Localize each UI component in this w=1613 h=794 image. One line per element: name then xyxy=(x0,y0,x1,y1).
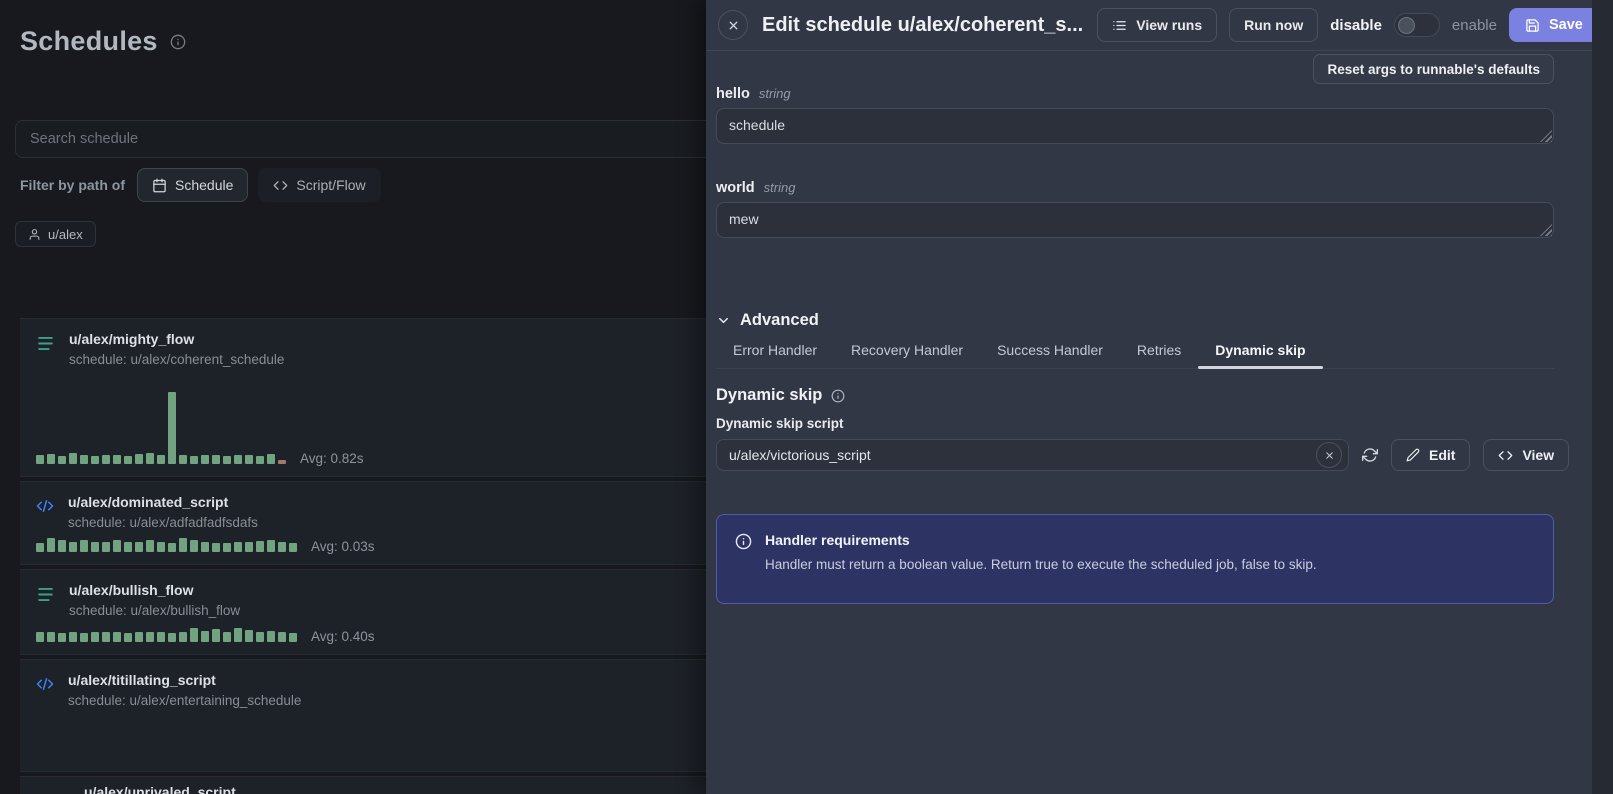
advanced-label: Advanced xyxy=(740,311,819,330)
calendar-icon xyxy=(152,178,167,193)
hello-field[interactable]: schedule xyxy=(716,108,1554,144)
callout-title: Handler requirements xyxy=(765,532,1317,548)
flow-icon xyxy=(36,585,55,618)
world-field[interactable]: mew xyxy=(716,202,1554,238)
tab-retries[interactable]: Retries xyxy=(1120,342,1198,368)
close-icon xyxy=(1324,450,1335,461)
close-icon xyxy=(727,19,740,32)
dynamic-skip-script-label: Dynamic skip script xyxy=(716,416,1554,431)
pencil-icon xyxy=(1406,448,1420,462)
view-runs-button[interactable]: View runs xyxy=(1097,8,1217,42)
field-name-world: world xyxy=(716,180,755,196)
edit-button-label: Edit xyxy=(1429,447,1455,463)
disable-label: disable xyxy=(1330,17,1382,34)
run-now-label: Run now xyxy=(1244,17,1303,33)
schedule-subtitle: schedule: u/alex/entertaining_schedule xyxy=(68,693,301,708)
callout-body: Handler must return a boolean value. Ret… xyxy=(765,557,1317,572)
filter-script-flow-label: Script/Flow xyxy=(296,177,365,193)
code-icon xyxy=(273,178,288,193)
field-name-hello: hello xyxy=(716,86,750,102)
advanced-section-toggle[interactable]: Advanced xyxy=(716,311,1554,330)
avg-duration-label: Avg: 0.40s xyxy=(311,629,375,644)
code-icon xyxy=(1498,448,1513,463)
schedule-card[interactable]: u/alex/unrivaled_script xyxy=(20,776,706,794)
tab-recovery-handler[interactable]: Recovery Handler xyxy=(834,342,980,368)
dynamic-skip-script-input[interactable]: u/alex/victorious_script xyxy=(716,439,1349,471)
save-button-label: Save xyxy=(1549,17,1583,33)
info-icon[interactable] xyxy=(170,34,186,50)
schedule-path: u/alex/mighty_flow xyxy=(69,331,284,347)
view-button-label: View xyxy=(1522,447,1554,463)
script-path-value: u/alex/victorious_script xyxy=(729,447,1316,463)
refresh-button[interactable] xyxy=(1362,447,1378,463)
dynamic-skip-heading: Dynamic skip xyxy=(716,386,822,405)
schedule-subtitle: schedule: u/alex/adfadfadfsdafs xyxy=(68,515,258,530)
edit-schedule-drawer: Edit schedule u/alex/coherent_s... View … xyxy=(706,0,1613,794)
schedule-card[interactable]: u/alex/titillating_script schedule: u/al… xyxy=(20,659,706,772)
save-icon xyxy=(1525,18,1540,33)
schedule-card[interactable]: u/alex/bullish_flow schedule: u/alex/bul… xyxy=(20,569,706,655)
advanced-tabs: Error Handler Recovery Handler Success H… xyxy=(716,342,1554,369)
filter-script-flow-button[interactable]: Script/Flow xyxy=(258,168,380,202)
schedule-path: u/alex/titillating_script xyxy=(68,672,301,688)
avg-duration-label: Avg: 0.03s xyxy=(311,539,375,554)
view-runs-label: View runs xyxy=(1136,17,1202,33)
refresh-icon xyxy=(1362,447,1378,463)
owner-filter-chip[interactable]: u/alex xyxy=(15,221,96,247)
close-drawer-button[interactable] xyxy=(718,10,748,40)
schedule-path: u/alex/dominated_script xyxy=(68,494,258,510)
save-button[interactable]: Save xyxy=(1509,8,1599,42)
run-now-button[interactable]: Run now xyxy=(1229,8,1318,42)
tab-dynamic-skip[interactable]: Dynamic skip xyxy=(1198,342,1322,368)
tab-error-handler[interactable]: Error Handler xyxy=(716,342,834,368)
toggle-knob xyxy=(1398,17,1415,34)
tab-success-handler[interactable]: Success Handler xyxy=(980,342,1120,368)
edit-script-button[interactable]: Edit xyxy=(1391,439,1470,471)
runs-histogram xyxy=(36,628,297,642)
schedule-card[interactable]: u/alex/dominated_script schedule: u/alex… xyxy=(20,481,706,565)
reset-args-button[interactable]: Reset args to runnable's defaults xyxy=(1313,54,1554,84)
runs-histogram xyxy=(36,392,286,464)
field-type-world: string xyxy=(764,180,796,195)
clear-script-button[interactable] xyxy=(1316,442,1342,468)
schedule-subtitle: schedule: u/alex/bullish_flow xyxy=(69,603,240,618)
filter-by-path-label: Filter by path of xyxy=(20,177,125,193)
script-icon xyxy=(36,497,54,530)
handler-requirements-callout: Handler requirements Handler must return… xyxy=(716,514,1554,604)
drawer-title: Edit schedule u/alex/coherent_s... xyxy=(762,14,1083,37)
flow-icon xyxy=(36,334,55,367)
chevron-down-icon xyxy=(716,313,731,328)
filter-schedule-button[interactable]: Schedule xyxy=(137,168,248,202)
info-icon xyxy=(735,533,752,586)
list-icon xyxy=(1112,18,1127,33)
page-title: Schedules xyxy=(20,26,158,57)
drawer-scrollbar[interactable] xyxy=(1592,0,1613,794)
view-script-button[interactable]: View xyxy=(1483,439,1569,471)
enable-label: enable xyxy=(1452,17,1497,34)
schedule-path: u/alex/bullish_flow xyxy=(69,582,240,598)
runs-histogram xyxy=(36,538,297,552)
schedule-card[interactable]: u/alex/mighty_flow schedule: u/alex/cohe… xyxy=(20,318,706,477)
filter-schedule-label: Schedule xyxy=(175,177,233,193)
schedule-subtitle: schedule: u/alex/coherent_schedule xyxy=(69,352,284,367)
script-icon xyxy=(36,675,54,708)
owner-chip-label: u/alex xyxy=(48,227,83,242)
user-icon xyxy=(28,228,41,241)
enable-toggle[interactable] xyxy=(1394,13,1440,37)
field-type-hello: string xyxy=(759,86,791,101)
info-icon[interactable] xyxy=(831,389,845,403)
avg-duration-label: Avg: 0.82s xyxy=(300,451,364,466)
schedule-path: u/alex/unrivaled_script xyxy=(84,784,236,794)
